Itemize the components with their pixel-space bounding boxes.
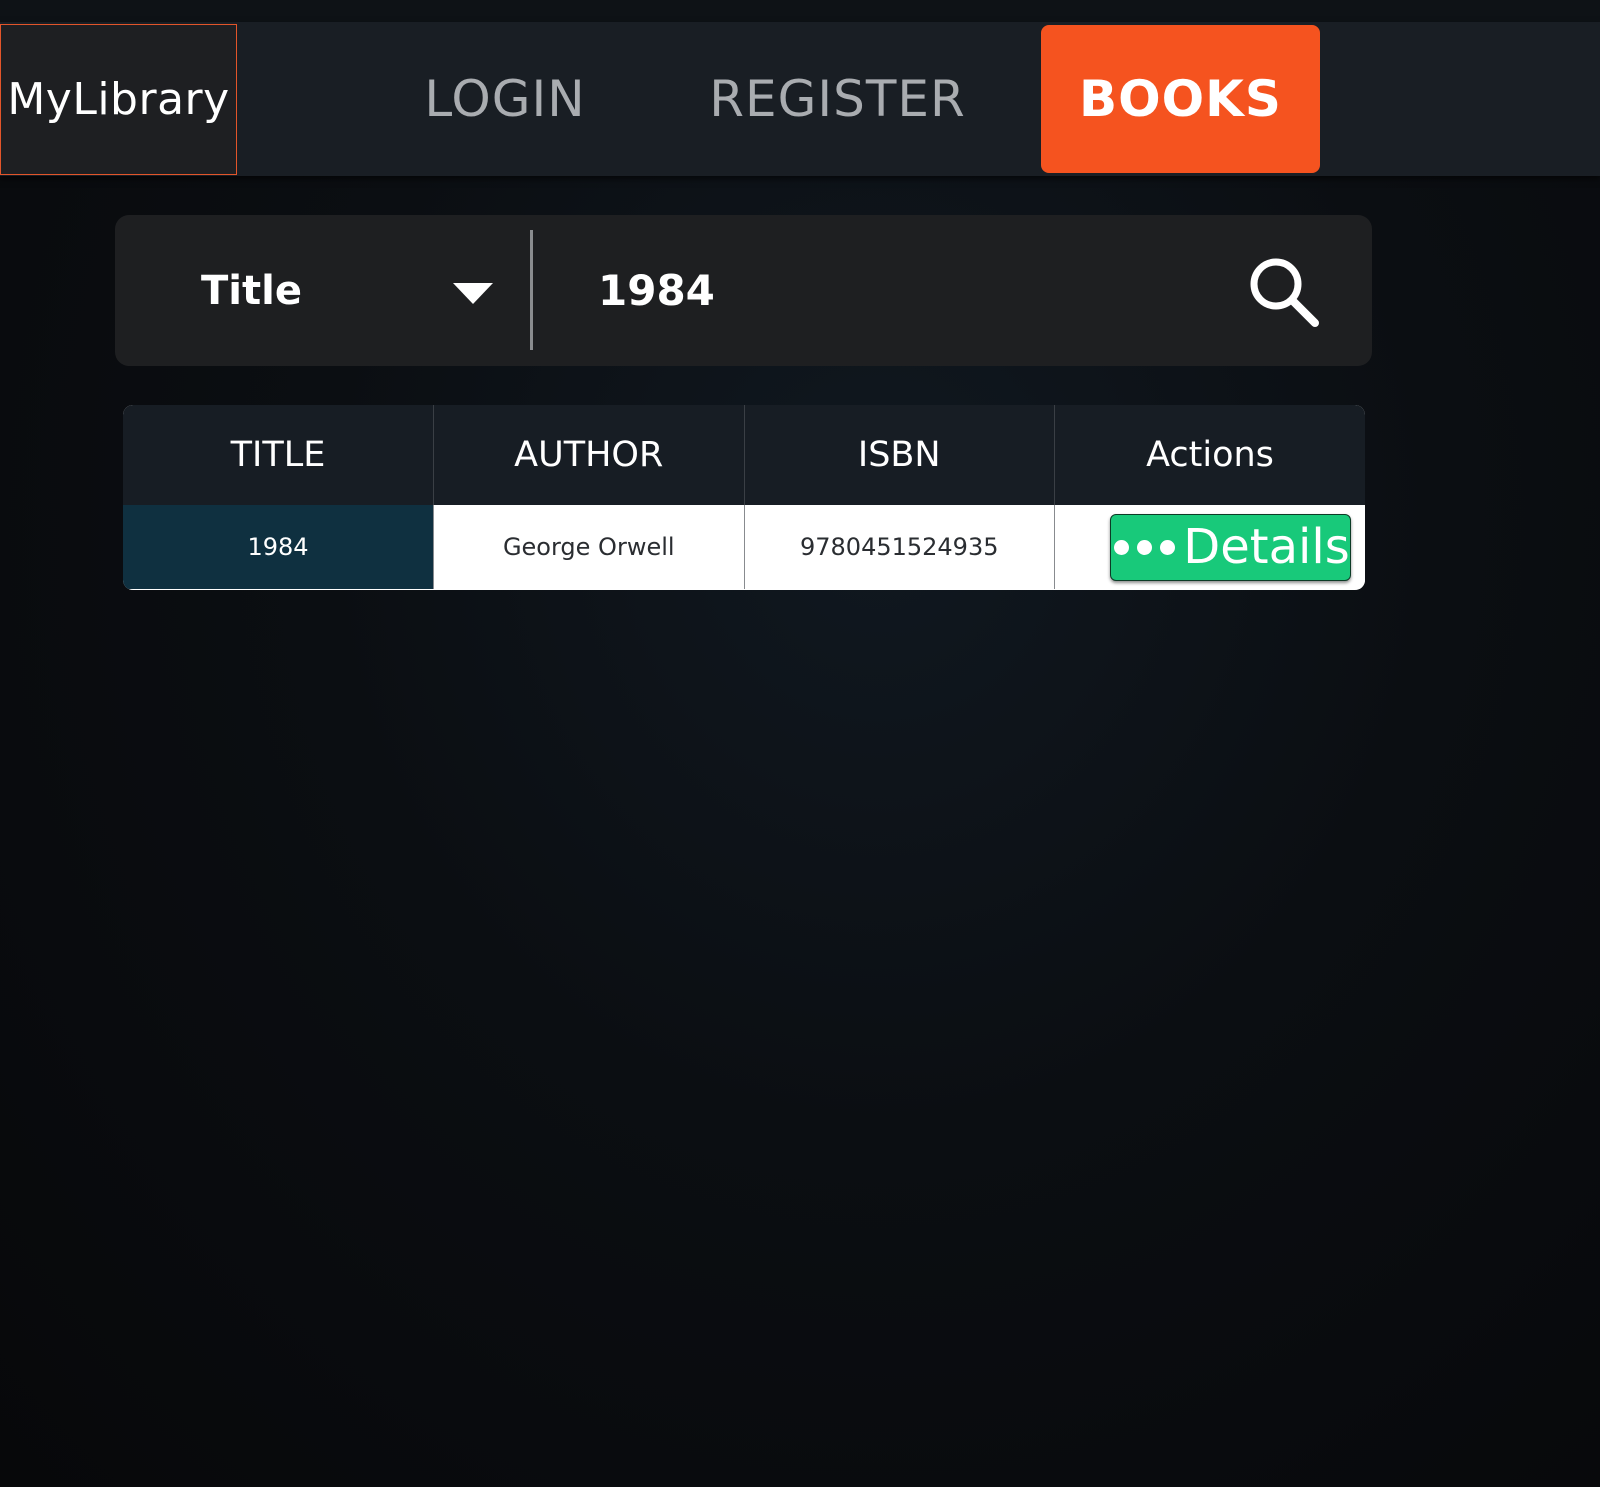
window-top-strip [0, 0, 1600, 22]
column-header-author: AUTHOR [433, 405, 745, 505]
details-button[interactable]: Details [1109, 513, 1351, 581]
search-filter-select[interactable]: Title [115, 215, 530, 366]
column-header-isbn: ISBN [744, 405, 1055, 505]
details-label: Details [1183, 519, 1350, 575]
search-bar: Title [115, 215, 1372, 366]
search-input[interactable] [590, 245, 1238, 335]
column-header-actions: Actions [1054, 405, 1365, 505]
dot [1160, 539, 1176, 555]
dot [1114, 539, 1130, 555]
top-navbar: MyLibrary LOGIN REGISTER BOOKS [0, 22, 1600, 176]
table-header-row: TITLE AUTHOR ISBN Actions [123, 405, 1365, 505]
column-header-title: TITLE [123, 405, 434, 505]
cell-isbn: 9780451524935 [744, 505, 1055, 589]
search-filter-label: Title [201, 267, 302, 314]
cell-author: George Orwell [433, 505, 745, 589]
chevron-down-icon [453, 283, 493, 304]
search-icon [1250, 258, 1319, 327]
more-dots-icon [1111, 539, 1180, 555]
brand-logo[interactable]: MyLibrary [0, 24, 237, 175]
search-button[interactable] [1245, 253, 1325, 333]
cell-title: 1984 [123, 505, 434, 589]
nav-register-link[interactable]: REGISTER [700, 22, 975, 176]
nav-login-link[interactable]: LOGIN [400, 22, 610, 176]
table-row: 1984 George Orwell 9780451524935 Details [123, 505, 1365, 589]
search-divider [530, 230, 533, 350]
dot [1137, 539, 1153, 555]
nav-books-link[interactable]: BOOKS [1041, 25, 1320, 173]
books-table: TITLE AUTHOR ISBN Actions 1984 George Or… [123, 405, 1365, 590]
cell-actions: Details [1054, 505, 1365, 589]
